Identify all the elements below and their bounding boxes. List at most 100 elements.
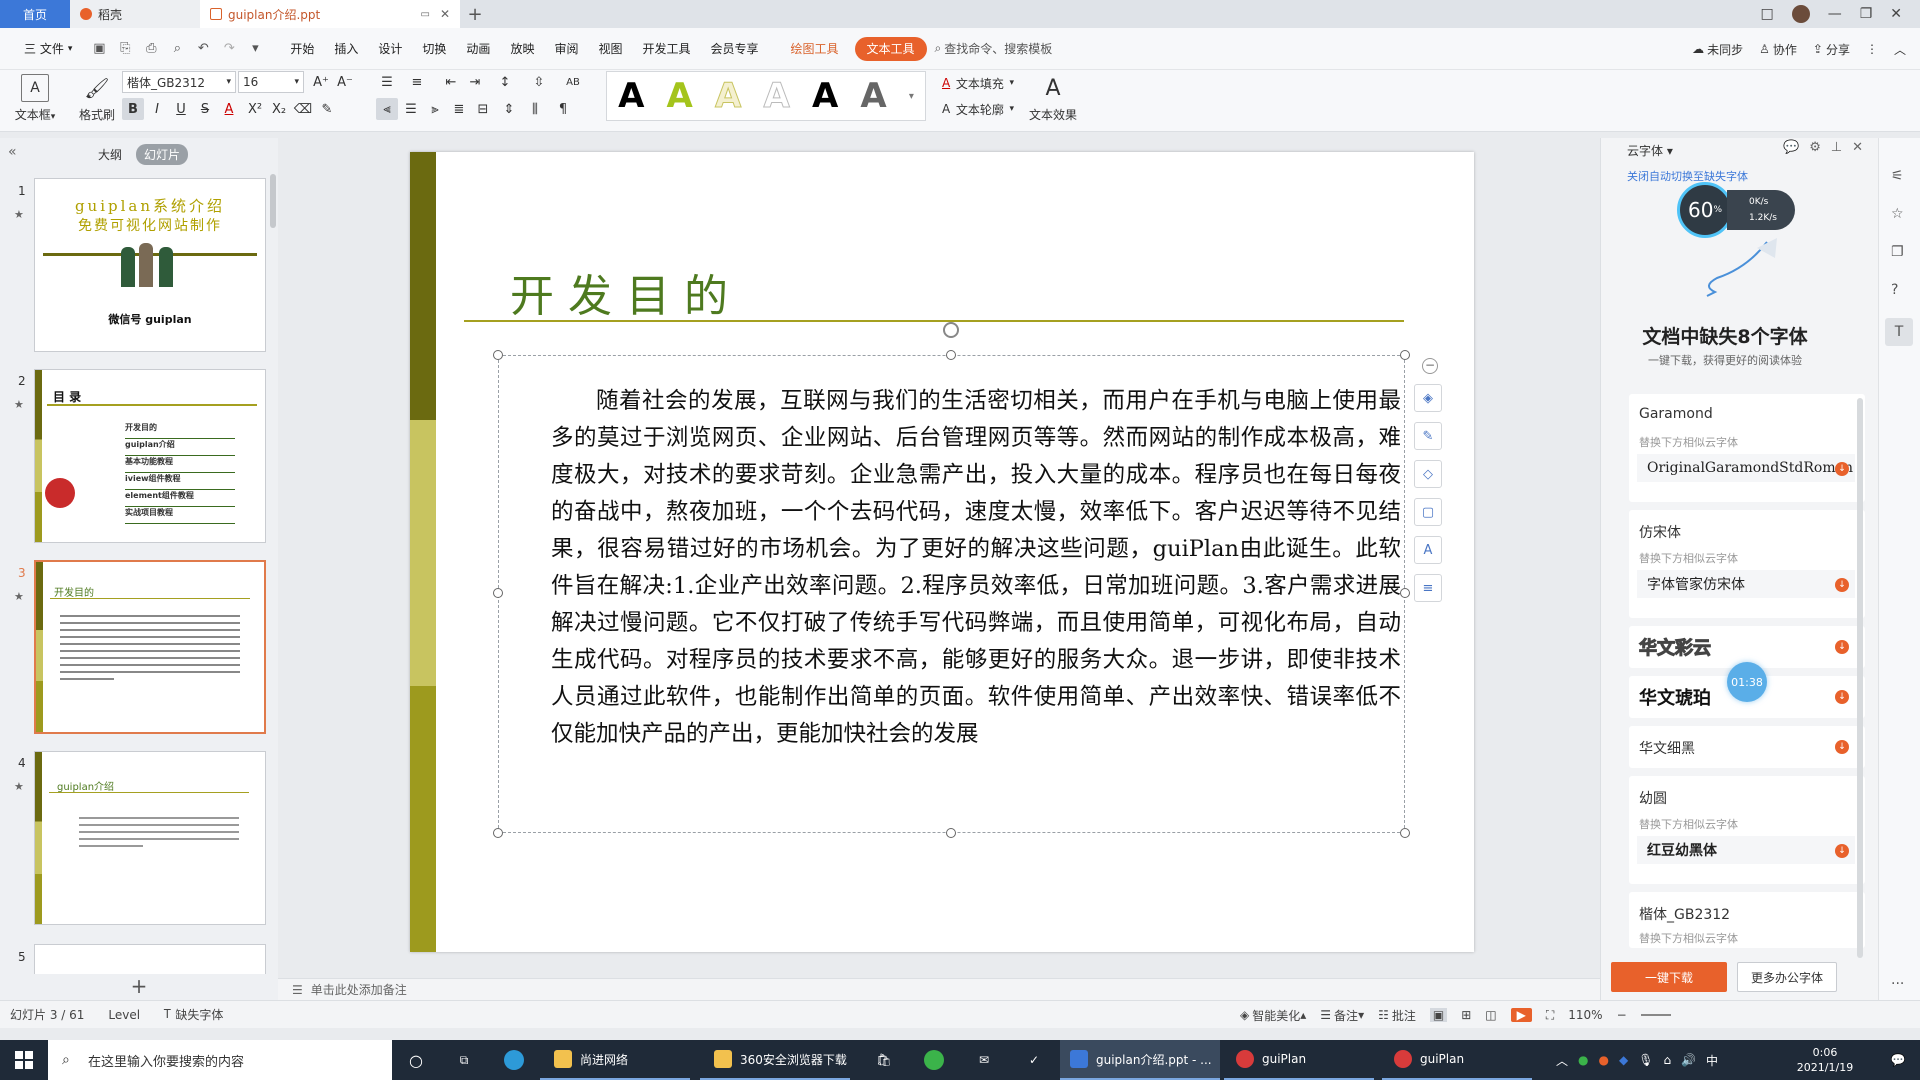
align-left-icon[interactable]: ⫷	[376, 98, 398, 120]
minimize-button[interactable]: —	[1828, 6, 1842, 22]
help-icon[interactable]: ?	[1891, 282, 1898, 298]
close-tab-icon[interactable]: ✕	[440, 7, 450, 21]
new-tab-button[interactable]: +	[460, 0, 490, 28]
font-color-button[interactable]: A	[218, 98, 240, 120]
menu-review[interactable]: 审阅	[544, 37, 588, 61]
slide-body-text[interactable]: 随着社会的发展，互联网与我们的生活密切相关，而用户在手机与电脑上使用最多的莫过于…	[551, 383, 1401, 753]
missing-fonts-button[interactable]: Ꭲ 缺失字体	[164, 1006, 223, 1023]
ime-indicator[interactable]: 中	[1706, 1052, 1718, 1069]
clear-format-icon[interactable]: ⌫	[292, 98, 314, 120]
bullet-list-icon[interactable]: ☰	[376, 71, 398, 93]
comments-toggle[interactable]: ☷ 批注	[1378, 1007, 1416, 1024]
justify-icon[interactable]: ≣	[448, 98, 470, 120]
italic-button[interactable]: I	[146, 98, 168, 120]
volume-icon[interactable]: 🔊	[1681, 1053, 1696, 1067]
gear-icon[interactable]: ⚙	[1809, 140, 1821, 155]
menu-slideshow[interactable]: 放映	[500, 37, 544, 61]
chevron-up-icon[interactable]: ︿	[1556, 1052, 1568, 1069]
resize-handle[interactable]	[493, 588, 503, 598]
edge-icon[interactable]	[500, 1040, 528, 1080]
text-effect-button[interactable]: A 文本效果	[1024, 74, 1082, 123]
sync-button[interactable]: ☁ 未同步	[1692, 41, 1743, 58]
taskbar-item-wps[interactable]: guiplan介绍.ppt - ...	[1060, 1040, 1220, 1080]
align-right-icon[interactable]: ⫸	[424, 98, 446, 120]
task-view-icon[interactable]: ⧉	[450, 1040, 478, 1080]
download-icon[interactable]: ↓	[1835, 740, 1849, 754]
wechat-icon[interactable]: ●	[1578, 1053, 1588, 1067]
tab-outline[interactable]: 大纲	[90, 144, 130, 165]
chat-icon[interactable]: 💬	[1783, 140, 1799, 155]
reading-view-icon[interactable]: ◫	[1485, 1008, 1496, 1022]
subscript-button[interactable]: X₂	[268, 98, 290, 120]
shrink-font-button[interactable]: A⁻	[334, 71, 356, 93]
paragraph-settings-icon[interactable]: ¶	[552, 98, 574, 120]
text-wrap-icon[interactable]: ≡	[1414, 574, 1442, 602]
feather-icon[interactable]: ✓	[1020, 1040, 1048, 1080]
style-green[interactable]: A	[667, 76, 693, 116]
tab-daoke[interactable]: 稻壳	[70, 0, 200, 28]
print-preview-icon[interactable]: ⌕	[166, 38, 188, 60]
format-painter-button[interactable]: 🖌 格式刷	[68, 74, 126, 123]
normal-view-icon[interactable]: ▣	[1429, 1008, 1448, 1022]
gallery-more-icon[interactable]: ▾	[909, 91, 914, 102]
tab-home[interactable]: 首页	[0, 0, 70, 28]
distribute-icon[interactable]: ⊟	[472, 98, 494, 120]
add-slide-button[interactable]: +	[0, 974, 278, 1000]
font-card-garamond[interactable]: Garamond 替换下方相似云字体 OriginalGaramondStdRo…	[1629, 394, 1865, 502]
mic-icon[interactable]: 🎙	[1638, 1053, 1653, 1067]
style-outline-gray[interactable]: A	[763, 76, 790, 117]
resize-handle[interactable]	[1400, 350, 1410, 360]
resize-handle[interactable]	[1400, 828, 1410, 838]
font-tool-icon[interactable]: T	[1885, 318, 1913, 346]
font-card-kaiti[interactable]: 楷体_GB2312 替换下方相似云字体	[1629, 892, 1865, 948]
slide-thumbnail-3[interactable]: 开发目的	[34, 560, 266, 734]
menu-text-tools[interactable]: 文本工具	[854, 36, 927, 61]
download-icon[interactable]: ↓	[1835, 462, 1849, 476]
resize-handle[interactable]	[946, 828, 956, 838]
underline-button[interactable]: U	[170, 98, 192, 120]
copy-icon[interactable]: ❐	[1891, 244, 1904, 260]
strikethrough-button[interactable]: S	[194, 98, 216, 120]
network-icon[interactable]: ⌂	[1663, 1053, 1671, 1067]
similar-font[interactable]: 红豆幼黑体	[1637, 836, 1855, 864]
start-button[interactable]	[0, 1040, 48, 1080]
customize-icon[interactable]: ▾	[244, 38, 266, 60]
store-icon[interactable]: 🛍	[870, 1040, 898, 1080]
column-icon[interactable]: ⫼	[524, 98, 546, 120]
taskbar-item-guiplan-1[interactable]: guiPlan	[1224, 1040, 1374, 1080]
panel-scrollbar[interactable]	[1857, 398, 1863, 958]
fill-icon[interactable]: ◇	[1414, 460, 1442, 488]
undo-icon[interactable]: ↶	[192, 38, 214, 60]
textbox-button[interactable]: A 文本框▾	[6, 74, 64, 123]
numbered-list-icon[interactable]: ≡	[406, 71, 428, 93]
more-icon[interactable]: ···	[1891, 976, 1904, 992]
network-speed-widget[interactable]: 60% 0K/s 1.2K/s	[1677, 182, 1797, 302]
frame-icon[interactable]: ▢	[1414, 498, 1442, 526]
close-icon[interactable]: ✕	[1852, 140, 1863, 155]
font-card-youyuan[interactable]: 幼圆 替换下方相似云字体 红豆幼黑体 ↓	[1629, 776, 1865, 884]
text-outline-button[interactable]: A 文本轮廓 ▾	[938, 98, 1018, 120]
collapse-ribbon-icon[interactable]: ︿	[1894, 41, 1906, 58]
menu-member[interactable]: 会员专享	[701, 37, 769, 61]
thumbnail-scrollbar[interactable]	[270, 174, 276, 228]
superscript-button[interactable]: X²	[244, 98, 266, 120]
share-button[interactable]: ⇪ 分享	[1813, 41, 1850, 58]
taskbar-search[interactable]: ⌕ 在这里输入你要搜索的内容	[48, 1040, 392, 1080]
zoom-out-icon[interactable]: −	[1617, 1008, 1627, 1022]
download-icon[interactable]: ↓	[1835, 690, 1849, 704]
redo-icon[interactable]: ↷	[218, 38, 240, 60]
star-icon[interactable]: ☆	[1891, 206, 1904, 222]
text-style-icon[interactable]: A	[1414, 536, 1442, 564]
grid-view-icon[interactable]: ⊞	[1461, 1008, 1471, 1022]
smart-beautify-button[interactable]: ◈ 智能美化 ▴	[1240, 1007, 1306, 1024]
download-icon[interactable]: ↓	[1835, 844, 1849, 858]
collaborate-button[interactable]: ♙ 协作	[1759, 41, 1797, 58]
more-icon[interactable]: ⋮	[1866, 42, 1878, 56]
text-fill-button[interactable]: A 文本填充 ▾	[938, 72, 1018, 94]
undo-history-icon[interactable]: ⎘	[114, 38, 136, 60]
zoom-slider[interactable]	[1640, 1014, 1671, 1016]
tab-slides[interactable]: 幻灯片	[136, 144, 189, 165]
taskbar-item-360[interactable]: 360安全浏览器下载	[700, 1040, 850, 1080]
font-card-fangsong[interactable]: 仿宋体 替换下方相似云字体 字体管家仿宋体 ↓	[1629, 510, 1865, 618]
font-name-select[interactable]: 楷体_GB2312 ▾	[122, 71, 236, 93]
